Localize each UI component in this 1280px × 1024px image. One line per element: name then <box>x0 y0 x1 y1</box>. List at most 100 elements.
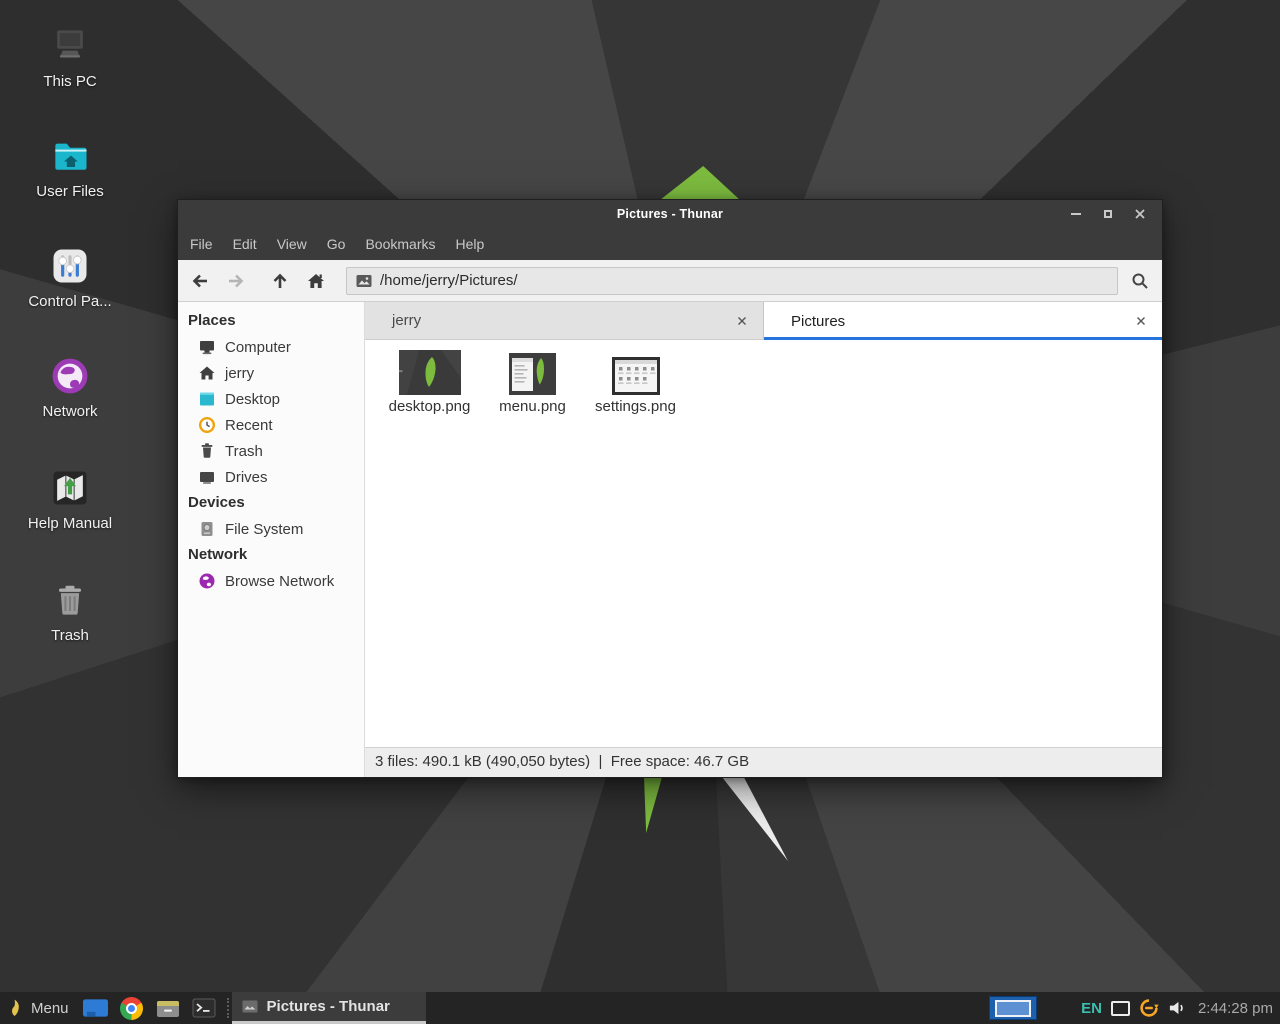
terminal-icon <box>192 998 216 1018</box>
desktop-icon-label: Trash <box>10 627 130 644</box>
launcher-chrome[interactable] <box>119 995 145 1021</box>
image-folder-icon <box>356 274 372 288</box>
file-name: menu.png <box>499 398 566 415</box>
window-task-icon <box>242 1000 258 1013</box>
sidebar-item-label: Computer <box>225 339 291 356</box>
workspace-switcher[interactable] <box>989 996 1037 1020</box>
sidebar-header-network: Network <box>178 542 364 568</box>
desktop-icon-control-panel[interactable]: Control Pa... <box>10 244 130 310</box>
home-icon <box>198 364 216 382</box>
sidebar-item-label: Drives <box>225 469 268 486</box>
image-thumbnail <box>399 347 461 395</box>
desktop-icon-trash[interactable]: Trash <box>10 578 130 644</box>
up-button[interactable] <box>264 265 296 297</box>
close-icon <box>1134 208 1146 220</box>
sidebar-item-desktop[interactable]: Desktop <box>178 386 364 412</box>
sidebar-item-label: Recent <box>225 417 273 434</box>
file-settings-png[interactable]: settings.png <box>584 347 687 415</box>
launcher-blue-window[interactable] <box>83 995 109 1021</box>
launcher-file-manager[interactable] <box>155 995 181 1021</box>
maximize-button[interactable] <box>1092 200 1124 228</box>
search-icon <box>1130 271 1150 291</box>
chrome-icon <box>120 997 143 1020</box>
forward-arrow-icon <box>226 271 246 291</box>
desktop-icon-label: User Files <box>10 183 130 200</box>
launcher-terminal[interactable] <box>191 995 217 1021</box>
sidebar-item-label: Trash <box>225 443 263 460</box>
minimize-button[interactable] <box>1060 200 1092 228</box>
desktop-icon-user-files[interactable]: User Files <box>10 134 130 200</box>
tab-bar: jerry Pictures <box>365 302 1162 340</box>
sidebar-item-computer[interactable]: Computer <box>178 334 364 360</box>
task-button-label: Pictures - Thunar <box>267 998 390 1015</box>
tab-close-button[interactable] <box>734 313 750 329</box>
recent-clock-icon <box>198 416 216 434</box>
menu-logo-icon <box>7 997 23 1019</box>
menu-go[interactable]: Go <box>317 228 356 260</box>
sidebar-item-label: Desktop <box>225 391 280 408</box>
keyboard-layout-indicator[interactable]: EN <box>1081 1000 1102 1017</box>
volume-icon[interactable] <box>1168 1000 1187 1016</box>
sidebar-item-trash[interactable]: Trash <box>178 438 364 464</box>
menu-bookmarks[interactable]: Bookmarks <box>355 228 445 260</box>
desktop-icon-label: Network <box>10 403 130 420</box>
sidebar-item-recent[interactable]: Recent <box>178 412 364 438</box>
close-icon <box>1136 316 1146 326</box>
tab-close-button[interactable] <box>1133 313 1149 329</box>
window-titlebar[interactable]: Pictures - Thunar <box>178 200 1162 228</box>
sidebar-item-label: jerry <box>225 365 254 382</box>
home-icon <box>306 271 326 291</box>
desktop-icon-label: Control Pa... <box>10 293 130 310</box>
clock[interactable]: 2:44:28 pm <box>1196 1000 1273 1017</box>
back-arrow-icon <box>190 271 210 291</box>
sidebar-item-label: Browse Network <box>225 573 334 590</box>
home-button[interactable] <box>300 265 332 297</box>
file-desktop-png[interactable]: desktop.png <box>378 347 481 415</box>
desktop: This PC User Files Control Pa... Network… <box>0 0 1280 1024</box>
forward-button[interactable] <box>220 265 252 297</box>
close-button[interactable] <box>1124 200 1156 228</box>
control-panel-icon <box>48 244 92 288</box>
menubar: File Edit View Go Bookmarks Help <box>178 228 1162 260</box>
wallpaper-white-ray <box>722 777 790 861</box>
task-button-thunar[interactable]: Pictures - Thunar <box>232 992 426 1024</box>
computer-icon <box>198 338 216 356</box>
trash-icon <box>198 442 216 460</box>
location-bar[interactable]: /home/jerry/Pictures/ <box>346 267 1118 295</box>
desktop-icon-network[interactable]: Network <box>10 354 130 420</box>
menu-edit[interactable]: Edit <box>223 228 267 260</box>
sidebar-item-jerry[interactable]: jerry <box>178 360 364 386</box>
update-manager-icon[interactable] <box>1139 998 1159 1018</box>
file-menu-png[interactable]: menu.png <box>481 347 584 415</box>
display-tray-icon[interactable] <box>1111 1001 1130 1016</box>
desktop-icon-this-pc[interactable]: This PC <box>10 24 130 90</box>
image-thumbnail <box>612 347 660 395</box>
taskbar-separator <box>227 998 229 1018</box>
back-button[interactable] <box>184 265 216 297</box>
sidebar-item-file-system[interactable]: File System <box>178 516 364 542</box>
sidebar-item-drives[interactable]: Drives <box>178 464 364 490</box>
file-pane: jerry Pictures <box>365 302 1162 777</box>
sidebar: Places Computer jerry Desktop Recent <box>178 302 365 777</box>
file-name: desktop.png <box>389 398 471 415</box>
file-list[interactable]: desktop.png menu.png settings.png <box>365 340 1162 747</box>
location-path: /home/jerry/Pictures/ <box>380 272 518 289</box>
search-button[interactable] <box>1122 264 1158 298</box>
tab-pictures[interactable]: Pictures <box>764 302 1162 340</box>
menu-file[interactable]: File <box>180 228 223 260</box>
sidebar-header-places: Places <box>178 308 364 334</box>
menu-view[interactable]: View <box>267 228 317 260</box>
wallpaper-logo-top-triangle <box>660 166 740 200</box>
up-arrow-icon <box>270 271 290 291</box>
menu-help[interactable]: Help <box>446 228 495 260</box>
image-thumbnail <box>509 347 556 395</box>
filesystem-drive-icon <box>198 520 216 538</box>
desktop-icon-help-manual[interactable]: Help Manual <box>10 466 130 532</box>
sidebar-item-browse-network[interactable]: Browse Network <box>178 568 364 594</box>
menu-button[interactable]: Menu <box>0 992 78 1024</box>
tab-jerry[interactable]: jerry <box>365 302 764 340</box>
status-bar: 3 files: 490.1 kB (490,050 bytes) | Free… <box>365 747 1162 777</box>
tab-label: Pictures <box>791 313 845 330</box>
minimize-icon <box>1071 213 1081 215</box>
close-icon <box>737 316 747 326</box>
